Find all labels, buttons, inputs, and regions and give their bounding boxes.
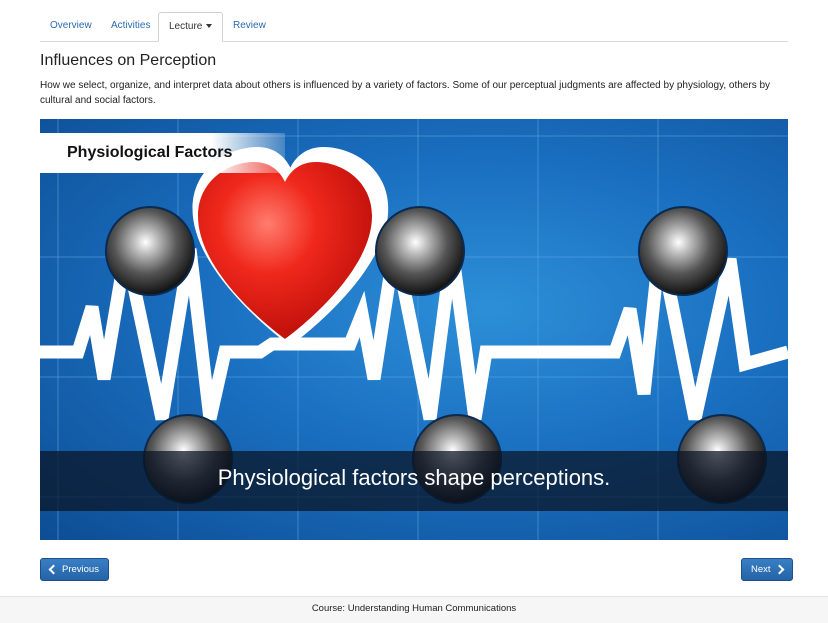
tab-activities[interactable]: Activities — [101, 12, 160, 40]
tab-bar: Overview Activities Lecture Review — [40, 12, 788, 42]
chevron-left-icon — [48, 564, 59, 575]
video-caption: Physiological factors shape perceptions. — [217, 465, 611, 490]
caret-down-icon — [206, 24, 213, 29]
video-player[interactable]: Physiological Factors Physiological fact… — [40, 119, 788, 540]
tab-lecture-label: Lecture — [169, 21, 203, 32]
page-title: Influences on Perception — [40, 52, 217, 69]
chevron-right-icon — [774, 564, 784, 575]
footer: Course: Understanding Human Communicatio… — [0, 596, 828, 623]
previous-button[interactable]: Previous — [40, 558, 109, 581]
page-intro: How we select, organize, and interpret d… — [40, 80, 771, 106]
next-button[interactable]: Next — [741, 558, 793, 581]
course-name: Course: Understanding Human Communicatio… — [311, 603, 517, 614]
next-button-label: Next — [751, 564, 771, 575]
tab-review[interactable]: Review — [223, 12, 276, 40]
previous-button-label: Previous — [62, 564, 99, 575]
video-banner-title: Physiological Factors — [67, 144, 233, 161]
heart-icon — [198, 162, 372, 339]
tab-lecture[interactable]: Lecture — [158, 12, 224, 42]
tab-overview[interactable]: Overview — [40, 12, 102, 40]
